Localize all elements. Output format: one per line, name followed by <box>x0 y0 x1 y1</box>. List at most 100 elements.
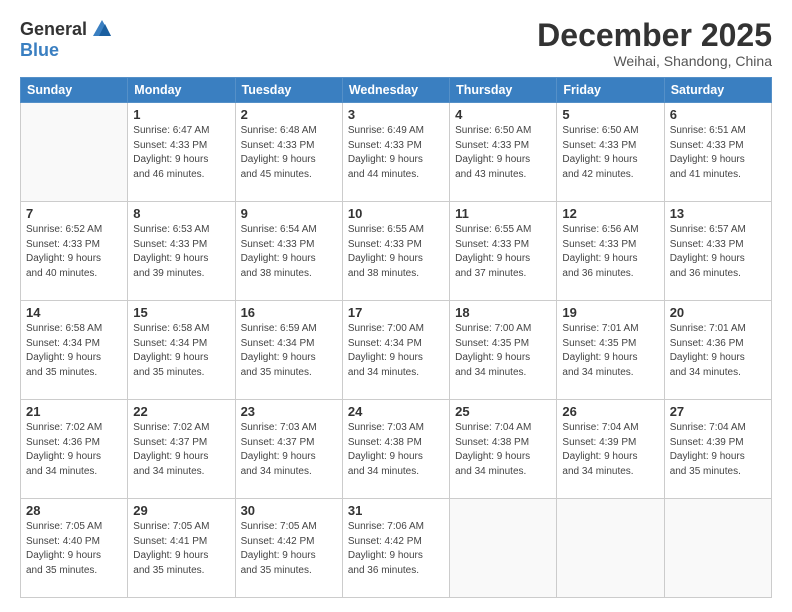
logo: General Blue <box>20 18 113 61</box>
day-number: 19 <box>562 305 658 320</box>
calendar-table: Sunday Monday Tuesday Wednesday Thursday… <box>20 77 772 598</box>
table-row <box>21 103 128 202</box>
col-tuesday: Tuesday <box>235 78 342 103</box>
month-title: December 2025 <box>537 18 772 53</box>
table-row: 6 Sunrise: 6:51 AMSunset: 4:33 PMDaylight… <box>664 103 771 202</box>
day-info: Sunrise: 6:52 AMSunset: 4:33 PMDaylight:… <box>26 223 122 281</box>
table-row: 20 Sunrise: 7:01 AMSunset: 4:36 PMDayligh… <box>664 301 771 400</box>
day-info: Sunrise: 6:47 AMSunset: 4:33 PMDaylight:… <box>133 124 229 182</box>
day-number: 26 <box>562 404 658 419</box>
day-number: 24 <box>348 404 444 419</box>
day-info: Sunrise: 6:48 AMSunset: 4:33 PMDaylight:… <box>241 124 337 182</box>
col-monday: Monday <box>128 78 235 103</box>
day-info: Sunrise: 7:06 AMSunset: 4:42 PMDaylight:… <box>348 520 444 578</box>
table-row <box>450 499 557 598</box>
day-number: 22 <box>133 404 229 419</box>
day-number: 11 <box>455 206 551 221</box>
day-info: Sunrise: 7:05 AMSunset: 4:40 PMDaylight:… <box>26 520 122 578</box>
day-number: 27 <box>670 404 766 419</box>
day-info: Sunrise: 7:05 AMSunset: 4:41 PMDaylight:… <box>133 520 229 578</box>
day-number: 5 <box>562 107 658 122</box>
day-info: Sunrise: 6:58 AMSunset: 4:34 PMDaylight:… <box>26 322 122 380</box>
table-row: 19 Sunrise: 7:01 AMSunset: 4:35 PMDayligh… <box>557 301 664 400</box>
day-info: Sunrise: 7:04 AMSunset: 4:39 PMDaylight:… <box>562 421 658 479</box>
day-number: 29 <box>133 503 229 518</box>
day-info: Sunrise: 6:50 AMSunset: 4:33 PMDaylight:… <box>562 124 658 182</box>
table-row: 18 Sunrise: 7:00 AMSunset: 4:35 PMDayligh… <box>450 301 557 400</box>
location-subtitle: Weihai, Shandong, China <box>537 53 772 69</box>
day-number: 30 <box>241 503 337 518</box>
day-number: 9 <box>241 206 337 221</box>
day-info: Sunrise: 7:01 AMSunset: 4:35 PMDaylight:… <box>562 322 658 380</box>
day-number: 15 <box>133 305 229 320</box>
day-info: Sunrise: 6:50 AMSunset: 4:33 PMDaylight:… <box>455 124 551 182</box>
col-wednesday: Wednesday <box>342 78 449 103</box>
table-row: 26 Sunrise: 7:04 AMSunset: 4:39 PMDayligh… <box>557 400 664 499</box>
day-info: Sunrise: 6:51 AMSunset: 4:33 PMDaylight:… <box>670 124 766 182</box>
day-number: 10 <box>348 206 444 221</box>
logo-general-text: General <box>20 19 87 40</box>
table-row: 12 Sunrise: 6:56 AMSunset: 4:33 PMDayligh… <box>557 202 664 301</box>
table-row: 5 Sunrise: 6:50 AMSunset: 4:33 PMDaylight… <box>557 103 664 202</box>
day-number: 31 <box>348 503 444 518</box>
table-row: 14 Sunrise: 6:58 AMSunset: 4:34 PMDayligh… <box>21 301 128 400</box>
day-number: 12 <box>562 206 658 221</box>
table-row: 7 Sunrise: 6:52 AMSunset: 4:33 PMDaylight… <box>21 202 128 301</box>
table-row: 25 Sunrise: 7:04 AMSunset: 4:38 PMDayligh… <box>450 400 557 499</box>
table-row: 23 Sunrise: 7:03 AMSunset: 4:37 PMDayligh… <box>235 400 342 499</box>
page: General Blue December 2025 Weihai, Shand… <box>0 0 792 612</box>
table-row: 13Sunrise: 6:57 AMSunset: 4:33 PMDayligh… <box>664 202 771 301</box>
day-number: 20 <box>670 305 766 320</box>
day-info: Sunrise: 6:55 AMSunset: 4:33 PMDaylight:… <box>348 223 444 281</box>
table-row: 4 Sunrise: 6:50 AMSunset: 4:33 PMDaylight… <box>450 103 557 202</box>
day-info: Sunrise: 7:01 AMSunset: 4:36 PMDaylight:… <box>670 322 766 380</box>
table-row: 24 Sunrise: 7:03 AMSunset: 4:38 PMDayligh… <box>342 400 449 499</box>
day-number: 17 <box>348 305 444 320</box>
day-number: 23 <box>241 404 337 419</box>
day-info: Sunrise: 7:04 AMSunset: 4:38 PMDaylight:… <box>455 421 551 479</box>
calendar-week-row: 21Sunrise: 7:02 AMSunset: 4:36 PMDayligh… <box>21 400 772 499</box>
table-row: 11Sunrise: 6:55 AMSunset: 4:33 PMDayligh… <box>450 202 557 301</box>
table-row: 2Sunrise: 6:48 AMSunset: 4:33 PMDaylight… <box>235 103 342 202</box>
day-info: Sunrise: 6:54 AMSunset: 4:33 PMDaylight:… <box>241 223 337 281</box>
table-row: 31 Sunrise: 7:06 AMSunset: 4:42 PMDayligh… <box>342 499 449 598</box>
col-saturday: Saturday <box>664 78 771 103</box>
table-row: 16Sunrise: 6:59 AMSunset: 4:34 PMDayligh… <box>235 301 342 400</box>
day-info: Sunrise: 7:00 AMSunset: 4:35 PMDaylight:… <box>455 322 551 380</box>
day-info: Sunrise: 7:03 AMSunset: 4:38 PMDaylight:… <box>348 421 444 479</box>
table-row: 28 Sunrise: 7:05 AMSunset: 4:40 PMDayligh… <box>21 499 128 598</box>
day-info: Sunrise: 6:58 AMSunset: 4:34 PMDaylight:… <box>133 322 229 380</box>
table-row: 10 Sunrise: 6:55 AMSunset: 4:33 PMDayligh… <box>342 202 449 301</box>
calendar-header-row: Sunday Monday Tuesday Wednesday Thursday… <box>21 78 772 103</box>
table-row: 3Sunrise: 6:49 AMSunset: 4:33 PMDaylight… <box>342 103 449 202</box>
day-info: Sunrise: 7:04 AMSunset: 4:39 PMDaylight:… <box>670 421 766 479</box>
logo-icon <box>91 18 113 40</box>
day-number: 18 <box>455 305 551 320</box>
day-number: 6 <box>670 107 766 122</box>
table-row <box>664 499 771 598</box>
day-number: 13 <box>670 206 766 221</box>
day-number: 3 <box>348 107 444 122</box>
day-number: 4 <box>455 107 551 122</box>
table-row: 9 Sunrise: 6:54 AMSunset: 4:33 PMDaylight… <box>235 202 342 301</box>
day-number: 21 <box>26 404 122 419</box>
day-info: Sunrise: 7:03 AMSunset: 4:37 PMDaylight:… <box>241 421 337 479</box>
header: General Blue December 2025 Weihai, Shand… <box>20 18 772 69</box>
day-number: 7 <box>26 206 122 221</box>
table-row: 15 Sunrise: 6:58 AMSunset: 4:34 PMDayligh… <box>128 301 235 400</box>
table-row: 21Sunrise: 7:02 AMSunset: 4:36 PMDayligh… <box>21 400 128 499</box>
col-friday: Friday <box>557 78 664 103</box>
day-info: Sunrise: 6:59 AMSunset: 4:34 PMDaylight:… <box>241 322 337 380</box>
table-row <box>557 499 664 598</box>
day-number: 14 <box>26 305 122 320</box>
logo-blue-text: Blue <box>20 40 59 61</box>
table-row: 1 Sunrise: 6:47 AMSunset: 4:33 PMDaylight… <box>128 103 235 202</box>
calendar-week-row: 7 Sunrise: 6:52 AMSunset: 4:33 PMDaylight… <box>21 202 772 301</box>
day-number: 28 <box>26 503 122 518</box>
day-number: 1 <box>133 107 229 122</box>
day-info: Sunrise: 7:05 AMSunset: 4:42 PMDaylight:… <box>241 520 337 578</box>
day-info: Sunrise: 6:53 AMSunset: 4:33 PMDaylight:… <box>133 223 229 281</box>
col-sunday: Sunday <box>21 78 128 103</box>
day-info: Sunrise: 6:56 AMSunset: 4:33 PMDaylight:… <box>562 223 658 281</box>
day-number: 25 <box>455 404 551 419</box>
